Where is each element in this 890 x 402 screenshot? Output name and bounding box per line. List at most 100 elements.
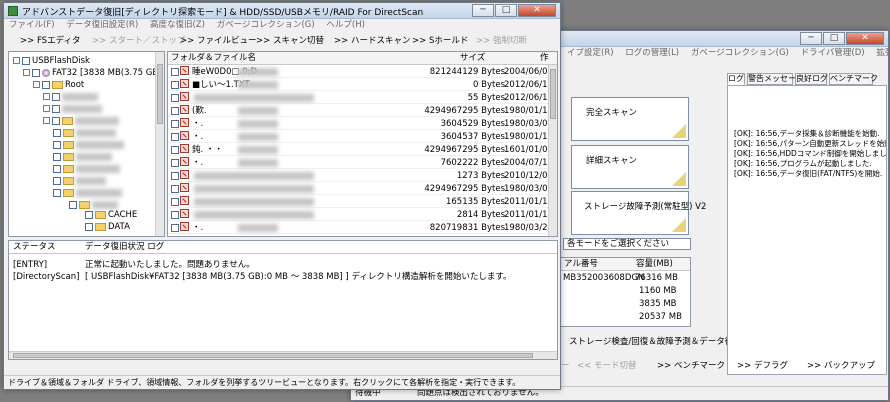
file-row[interactable]: 55 Bytes 2012/06/11 (168, 92, 557, 104)
date-column-header[interactable]: 作 (540, 52, 549, 65)
file-checkbox[interactable] (171, 172, 179, 180)
benchmark-button[interactable]: >> ベンチマーク (657, 357, 725, 375)
close-button[interactable]: ✕ (518, 4, 556, 17)
size-column-header[interactable]: サイズ (460, 52, 485, 65)
scrollbar-thumb[interactable] (157, 64, 163, 124)
tree-checkbox[interactable] (53, 152, 61, 161)
tree-item-cache[interactable]: CACHE (85, 210, 137, 221)
menu-driver-management[interactable]: ドライバ管理(D) (801, 48, 865, 58)
name-column-header[interactable]: フォルダ＆ファイル名 (171, 52, 256, 65)
tree-item-folder[interactable] (53, 188, 122, 199)
file-list-scrollbar[interactable] (548, 65, 557, 236)
tab-benchmark[interactable]: ベンチマーク (829, 73, 878, 85)
scan-switch-button[interactable]: >> スキャン切替 (256, 32, 324, 50)
defrag-button[interactable]: >> デフラグ (737, 357, 788, 375)
tree-checkbox[interactable] (53, 140, 61, 149)
file-row[interactable]: 165135 Bytes 2011/01/19 (168, 196, 557, 208)
tab-log[interactable]: ログ (727, 73, 745, 85)
disk-row[interactable]: 3835 MB (639, 299, 677, 310)
expand-toggle[interactable] (33, 81, 40, 88)
tree-checkbox[interactable] (53, 188, 61, 197)
file-row[interactable]: (歎. 4294967295 Bytes 1980/01/16 (168, 105, 557, 117)
tree-item-folder[interactable] (43, 116, 119, 127)
expand-toggle[interactable] (43, 117, 50, 124)
tab-good-log[interactable]: 良好ログ (795, 73, 828, 85)
drive-tree-view[interactable]: USBFlashDisk FAT32 [3838 MB(3.75 GB):0 R… (8, 51, 165, 237)
start-stop-button[interactable]: >> スタート／ストップ (92, 32, 185, 50)
menu-advanced-recovery[interactable]: 高度な復旧(Z) (150, 20, 205, 30)
file-list[interactable]: フォルダ＆ファイル名 サイズ 作 睡eW0D0□.0;D 821244129 By… (167, 51, 558, 237)
tree-checkbox[interactable] (22, 56, 30, 65)
tree-item-partition[interactable]: FAT32 [3838 MB(3.75 GB):0 (23, 68, 164, 79)
tree-item-folder[interactable] (53, 128, 116, 139)
file-checkbox[interactable] (171, 133, 179, 141)
disk-row[interactable]: 20537 MB (639, 312, 682, 323)
tree-checkbox[interactable] (85, 222, 93, 231)
minimize-button[interactable]: ─ (472, 4, 494, 17)
tree-checkbox[interactable] (32, 68, 40, 77)
file-row[interactable]: ・. 7602222 Bytes 2004/07/13 (168, 157, 557, 169)
force-disconnect-button[interactable]: >> 強制切断 (476, 32, 527, 50)
tree-checkbox[interactable] (85, 210, 93, 219)
maximize-button[interactable]: □ (495, 4, 517, 17)
tab-warning[interactable]: 警告メッセージ (747, 73, 804, 85)
minimize-button[interactable]: ─ (800, 32, 822, 45)
menu-recovery-settings[interactable]: データ復旧設定(R) (66, 20, 138, 30)
menu-garbage-collection[interactable]: ガベージコレクション(G) (217, 20, 315, 30)
recovery-log[interactable]: ステータス データ復旧状況 ログ [ENTRY] 正常に起動いたしました。問題あ… (8, 240, 558, 360)
expand-toggle[interactable] (43, 93, 50, 100)
file-row[interactable]: 2814 Bytes 2011/01/19 (168, 209, 557, 221)
file-row[interactable]: ・. 3604537 Bytes 1980/01/16 (168, 131, 557, 143)
recovery-titlebar[interactable]: アドバンストデータ復旧[ディレクトリ探索モード] & HDD/SSD/USBメモ… (4, 3, 560, 19)
tree-checkbox[interactable] (52, 116, 60, 125)
s-hold-button[interactable]: >> Sホールド (412, 32, 468, 50)
tree-checkbox[interactable] (42, 80, 50, 89)
menu-extension-help[interactable]: 拡張＆ヘルプ(H) (876, 48, 888, 58)
menu-drive-settings[interactable]: イブ設定(R) (567, 48, 614, 58)
backup-button[interactable]: >> バックアップ (807, 357, 875, 375)
file-checkbox[interactable] (171, 81, 179, 89)
mode-select-hint[interactable]: 各モードをご選択ください (563, 238, 691, 250)
file-row[interactable]: ■しい～1.TXT 0 Bytes 2012/06/11 (168, 79, 557, 91)
maximize-button[interactable]: □ (823, 32, 845, 45)
full-scan-button[interactable]: 完全スキャン (571, 97, 689, 141)
tree-checkbox[interactable] (52, 104, 60, 113)
tree-checkbox[interactable] (53, 164, 61, 173)
file-checkbox[interactable] (171, 107, 179, 115)
file-view-button[interactable]: >> ファイルビュー (180, 32, 256, 50)
file-checkbox[interactable] (171, 146, 179, 154)
tree-item-disk[interactable]: USBFlashDisk (13, 56, 90, 67)
file-checkbox[interactable] (171, 120, 179, 128)
tree-checkbox[interactable] (53, 176, 61, 185)
menu-log-management[interactable]: ログの管理(L) (625, 48, 679, 58)
menu-file[interactable]: ファイル(F) (9, 20, 55, 30)
file-row[interactable]: ・. 820719831 Bytes 1980/03/20 (168, 222, 557, 234)
file-checkbox[interactable] (171, 68, 179, 76)
tree-item-folder[interactable] (53, 164, 120, 175)
file-row[interactable]: 鈍. ・・ 4294967295 Bytes 1601/01/01 (168, 144, 557, 156)
tree-item-data[interactable]: DATA (85, 222, 130, 233)
tree-item-folder[interactable] (43, 104, 102, 115)
expand-toggle[interactable] (23, 69, 30, 76)
file-checkbox[interactable] (171, 185, 179, 193)
menu-garbage-collection[interactable]: ガベージコレクション(G) (691, 48, 789, 58)
log-hscrollbar[interactable] (9, 351, 557, 359)
file-row[interactable]: 4294967295 Bytes 1980/03/04 (168, 183, 557, 195)
expand-toggle[interactable] (13, 57, 20, 64)
hard-scan-button[interactable]: >> ハードスキャン (334, 32, 410, 50)
scrollbar-thumb[interactable] (13, 353, 533, 358)
tree-checkbox[interactable] (69, 200, 77, 209)
expand-toggle[interactable] (43, 105, 50, 112)
tree-item-folder[interactable] (53, 176, 106, 187)
file-checkbox[interactable] (171, 198, 179, 206)
file-checkbox[interactable] (171, 211, 179, 219)
mode-switch-button[interactable]: << モード切替 (577, 357, 636, 375)
close-button[interactable]: ✕ (846, 32, 884, 45)
scrollbar-thumb[interactable] (550, 69, 556, 119)
file-row[interactable]: 睡eW0D0□.0;D 821244129 Bytes 2004/06/08 (168, 66, 557, 78)
file-row[interactable]: 1273 Bytes 2010/12/05 (168, 170, 557, 182)
failure-prediction-button[interactable]: ストレージ故障予測(常駐型) V2 (571, 191, 706, 235)
tree-checkbox[interactable] (53, 128, 61, 137)
tree-item-root[interactable]: Root (33, 80, 84, 91)
disk-row[interactable]: MB352003608DGN76316 MB (563, 273, 678, 284)
